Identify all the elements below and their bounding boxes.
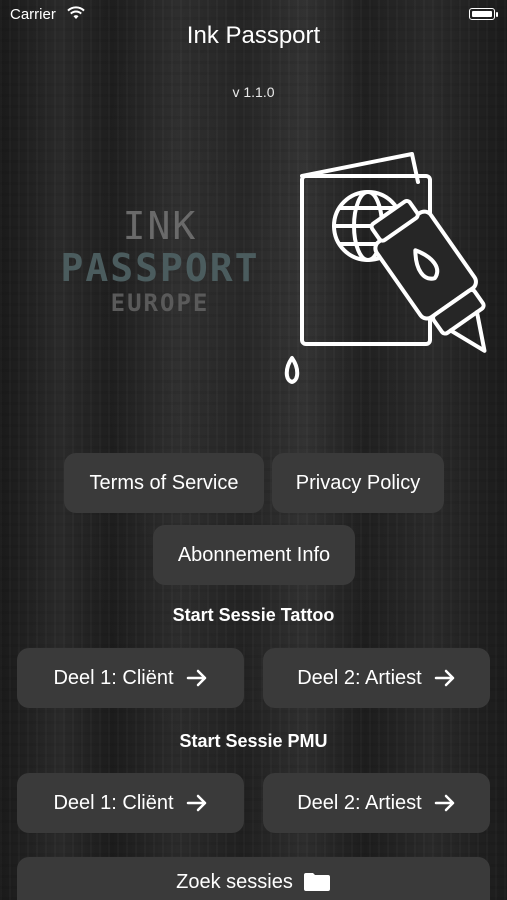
passport-tattoo-icon	[284, 152, 487, 384]
search-sessions-label: Zoek sessies	[176, 871, 293, 893]
background-texture	[0, 0, 507, 900]
arrow-right-icon	[186, 669, 206, 687]
search-sessions-button[interactable]: Zoek sessies	[17, 857, 490, 900]
tattoo-section-label: Start Sessie Tattoo	[172, 605, 335, 625]
terms-of-service-button[interactable]: Terms of Service	[64, 453, 264, 513]
subscription-label: Abonnement Info	[177, 543, 331, 566]
subscription-info-button[interactable]: Abonnement Info	[153, 525, 355, 585]
carrier-label: Carrier	[10, 6, 56, 23]
pmu-client-label: Deel 1: Cliënt	[53, 791, 174, 814]
arrow-right-icon	[186, 794, 206, 812]
page-title: Ink Passport	[186, 22, 321, 49]
tattoo-client-button[interactable]: Deel 1: Cliënt	[17, 648, 244, 708]
arrow-right-icon	[434, 794, 454, 812]
tattoo-artist-button[interactable]: Deel 2: Artiest	[263, 648, 490, 708]
logo-line-ink: INK	[122, 204, 198, 248]
tattoo-artist-label: Deel 2: Artiest	[297, 666, 422, 689]
logo-line-europe: EUROPE	[110, 289, 210, 317]
pmu-section-label: Start Sessie PMU	[179, 731, 328, 751]
version-label: v 1.1.0	[232, 84, 275, 100]
wifi-icon	[67, 6, 85, 19]
tattoo-client-label: Deel 1: Cliënt	[53, 666, 174, 689]
pmu-artist-label: Deel 2: Artiest	[297, 791, 422, 814]
brand-logo: INK PASSPORT EUROPE	[60, 205, 260, 317]
privacy-label: Privacy Policy	[295, 471, 421, 494]
arrow-right-icon	[434, 669, 454, 687]
privacy-policy-button[interactable]: Privacy Policy	[272, 453, 444, 513]
battery-icon	[469, 8, 498, 20]
logo-line-passport: PASSPORT	[60, 246, 260, 290]
terms-label: Terms of Service	[89, 471, 239, 494]
pmu-client-button[interactable]: Deel 1: Cliënt	[17, 773, 244, 833]
pmu-artist-button[interactable]: Deel 2: Artiest	[263, 773, 490, 833]
folder-icon	[303, 873, 330, 891]
